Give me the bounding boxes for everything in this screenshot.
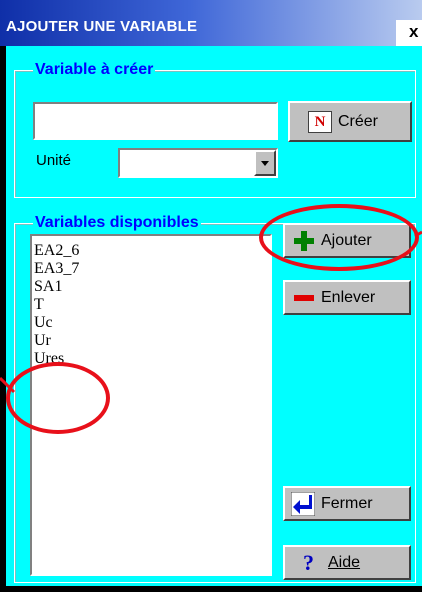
close-icon: x xyxy=(409,22,419,41)
create-group-title: Variable à créer xyxy=(33,61,156,79)
dialog-window: AJOUTER UNE VARIABLE x Variable à créer … xyxy=(0,0,422,592)
list-item[interactable]: Uc xyxy=(34,314,270,332)
unit-select[interactable] xyxy=(118,148,278,178)
window-left-edge xyxy=(0,46,6,592)
minus-icon xyxy=(294,294,314,301)
list-item[interactable]: T xyxy=(34,296,270,314)
title-bar[interactable]: AJOUTER UNE VARIABLE x xyxy=(0,0,422,46)
annotation-circle-ures xyxy=(6,362,110,434)
help-button[interactable]: ? Aide xyxy=(283,545,411,580)
close-window-button[interactable]: x xyxy=(396,20,422,46)
create-button-label: Créer xyxy=(338,112,379,130)
list-item[interactable]: SA1 xyxy=(34,278,270,296)
window-bottom-edge xyxy=(0,586,422,592)
remove-button[interactable]: Enlever xyxy=(283,280,411,315)
annotation-circle-add xyxy=(259,204,419,271)
question-mark-icon: ? xyxy=(303,549,314,575)
unit-dropdown-button[interactable] xyxy=(254,150,276,176)
help-button-label: Aide xyxy=(328,553,361,571)
close-button-label: Fermer xyxy=(321,494,373,512)
available-group-title: Variables disponibles xyxy=(33,214,201,232)
list-item[interactable]: Ur xyxy=(34,332,270,350)
variable-name-input[interactable] xyxy=(33,102,278,140)
window-title: AJOUTER UNE VARIABLE xyxy=(6,18,198,35)
close-button[interactable]: Fermer xyxy=(283,486,411,521)
create-variable-icon: N xyxy=(308,110,332,133)
list-item[interactable]: EA3_7 xyxy=(34,260,270,278)
return-arrow-icon xyxy=(291,491,315,516)
create-button[interactable]: N Créer xyxy=(288,101,412,142)
list-item[interactable]: EA2_6 xyxy=(34,242,270,260)
chevron-down-icon xyxy=(261,161,269,166)
unit-label: Unité xyxy=(36,152,72,169)
remove-button-label: Enlever xyxy=(321,288,376,306)
